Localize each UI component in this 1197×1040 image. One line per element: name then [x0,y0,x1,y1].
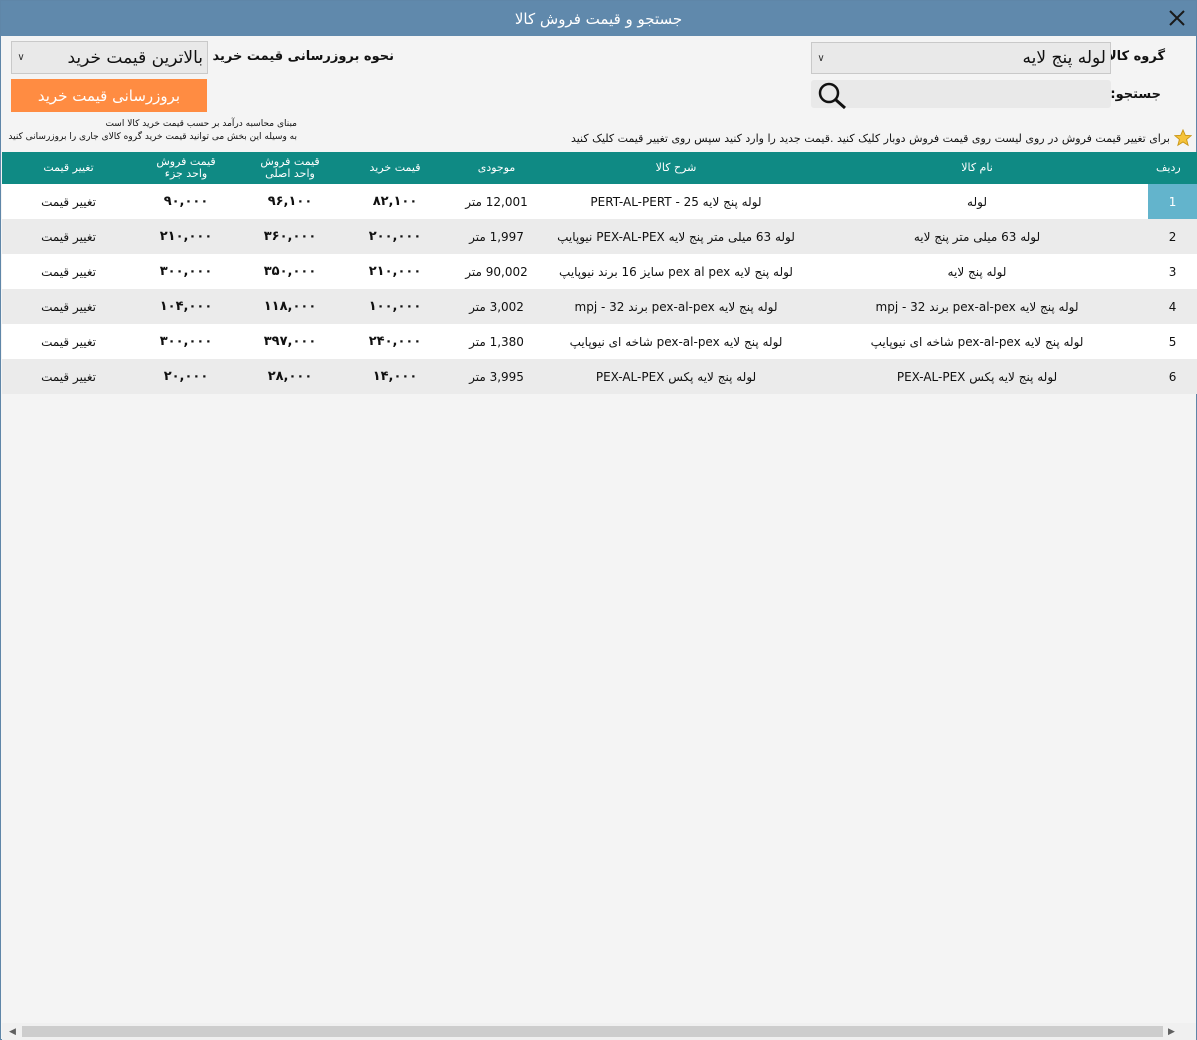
row-buy-price: ۲۱۰,۰۰۰ [368,264,422,279]
row-sell-main-price[interactable]: ۳۹۷,۰۰۰ [237,324,343,359]
row-name: لوله پنج لایه [947,264,1007,279]
table-body: 1 لوله لوله پنج لایه PERT-AL-PERT - 25 12,0… [2,184,1197,394]
row-buy-price: ۸۲,۱۰۰ [372,194,418,209]
update-price-button[interactable]: بروزرسانی قیمت خرید [11,79,207,112]
search-input[interactable] [853,82,1105,106]
note-line-2: به وسیله این بخش می توانید قیمت خرید گرو… [8,132,297,142]
row-sell-main-price[interactable]: ۹۶,۱۰۰ [237,184,343,219]
row-desc: لوله پنج لایه pex-al-pex برند mpj - 32 [574,299,778,314]
change-price-link[interactable]: تغییر قیمت [2,289,135,324]
row-desc: لوله پنج لایه PERT-AL-PERT - 25 [590,194,762,209]
table-row[interactable]: 6 لوله پنج لایه پکس PEX-AL-PEX لوله پنج لا… [2,359,1197,394]
row-name: لوله [967,194,987,209]
row-stock: 3,002 متر [469,299,524,314]
change-price-link[interactable]: تغییر قیمت [2,219,135,254]
row-stock: 90,002 متر [465,264,528,279]
table-header: ردیف نام کالا شرح کالا موجودی قیمت خرید … [2,152,1197,184]
row-buy-price: ۲۴۰,۰۰۰ [368,334,422,349]
header-buy[interactable]: قیمت خرید [343,152,447,184]
row-sell-part-price[interactable]: ۳۰۰,۰۰۰ [135,254,237,289]
header-sell-part[interactable]: قیمت فروش واحد جزء [135,152,237,184]
change-price-link[interactable]: تغییر قیمت [2,254,135,289]
search-icon[interactable] [815,81,849,110]
row-sell-part-price[interactable]: ۹۰,۰۰۰ [135,184,237,219]
row-name: لوله پنج لایه pex-al-pex شاخه ای نیوپایپ [870,334,1084,349]
scroll-left-icon[interactable]: ◀ [4,1023,21,1040]
table-row[interactable]: 1 لوله لوله پنج لایه PERT-AL-PERT - 25 12,0… [2,184,1197,219]
update-mode-select[interactable]: بالاترین قیمت خرید ∨ [11,41,208,74]
items-table: ردیف نام کالا شرح کالا موجودی قیمت خرید … [2,152,1197,394]
close-icon[interactable] [1164,5,1190,31]
header-sell-part-line2: واحد جزء [164,167,208,180]
row-stock: 1,997 متر [469,229,524,244]
header-sell-main[interactable]: قیمت فروش واحد اصلی [237,152,343,184]
row-sell-part-price[interactable]: ۱۰۴,۰۰۰ [135,289,237,324]
scrollbar-thumb[interactable] [22,1026,1163,1037]
row-desc: لوله پنج لایه pex-al-pex شاخه ای نیوپایپ [569,334,783,349]
hint-text: برای تغییر قیمت فروش در روی لیست روی قیم… [570,131,1170,145]
row-index: 3 [1168,264,1177,279]
note-line-1: مبنای محاسبه درآمد بر حسب قیمت خرید کالا… [105,119,297,129]
table-row[interactable]: 2 لوله 63 میلی متر پنج لایه لوله 63 میلی م… [2,219,1197,254]
header-sell-main-line2: واحد اصلی [265,167,315,180]
row-name: لوله پنج لایه پکس PEX-AL-PEX [896,369,1058,384]
table-row[interactable]: 4 لوله پنج لایه pex-al-pex برند mpj - 32 ل… [2,289,1197,324]
header-index[interactable]: ردیف [1148,152,1197,184]
row-index: 2 [1168,229,1177,244]
header-change[interactable]: تغییر قیمت [2,152,135,184]
scrollbar-corner [1180,1023,1196,1040]
header-stock[interactable]: موجودی [447,152,546,184]
table-row[interactable]: 3 لوله پنج لایه لوله پنج لایه pex al pex س… [2,254,1197,289]
row-stock: 12,001 متر [465,194,528,209]
row-sell-main-price[interactable]: ۳۵۰,۰۰۰ [237,254,343,289]
row-index: 6 [1168,369,1177,384]
row-sell-main-price[interactable]: ۱۱۸,۰۰۰ [237,289,343,324]
row-buy-price: ۲۰۰,۰۰۰ [368,229,422,244]
row-desc: لوله 63 میلی متر پنج لایه PEX-AL-PEX نیو… [557,229,795,244]
row-name: لوله پنج لایه pex-al-pex برند mpj - 32 [875,299,1079,314]
group-select-value: لوله پنج لایه [1022,48,1106,68]
row-desc: لوله پنج لایه پکس PEX-AL-PEX [595,369,757,384]
row-index: 4 [1168,299,1177,314]
row-sell-main-price[interactable]: ۳۶۰,۰۰۰ [237,219,343,254]
group-select[interactable]: لوله پنج لایه ∨ [811,42,1111,74]
row-sell-part-price[interactable]: ۲۱۰,۰۰۰ [135,219,237,254]
row-index: 1 [1148,184,1197,219]
search-box [811,80,1111,110]
title-bar: جستجو و قیمت فروش کالا [1,1,1196,36]
chevron-down-icon: ∨ [17,52,25,63]
star-icon [1173,128,1193,147]
header-name[interactable]: نام کالا [806,152,1148,184]
chevron-down-icon: ∨ [817,52,825,64]
row-sell-part-price[interactable]: ۳۰۰,۰۰۰ [135,324,237,359]
hint: برای تغییر قیمت فروش در روی لیست روی قیم… [570,128,1193,147]
table-row[interactable]: 5 لوله پنج لایه pex-al-pex شاخه ای نیوپای… [2,324,1197,359]
row-desc: لوله پنج لایه pex al pex سایز 16 برند نی… [559,264,793,279]
update-mode-label: نحوه بروزرسانی قیمت خرید کالا : [176,49,394,64]
change-price-link[interactable]: تغییر قیمت [2,324,135,359]
update-mode-value: بالاترین قیمت خرید [67,47,203,68]
row-buy-price: ۱۴,۰۰۰ [372,369,418,384]
row-stock: 1,380 متر [469,334,524,349]
row-sell-part-price[interactable]: ۲۰,۰۰۰ [135,359,237,394]
group-label: گروه کالا: [1101,49,1165,64]
row-buy-price: ۱۰۰,۰۰۰ [368,299,422,314]
search-label: جستجو: [1110,87,1161,102]
row-sell-main-price[interactable]: ۲۸,۰۰۰ [237,359,343,394]
row-stock: 3,995 متر [469,369,524,384]
row-index: 5 [1168,334,1177,349]
change-price-link[interactable]: تغییر قیمت [2,184,135,219]
scroll-right-icon[interactable]: ▶ [1163,1023,1180,1040]
horizontal-scrollbar[interactable]: ◀ ▶ [2,1023,1180,1040]
row-name: لوله 63 میلی متر پنج لایه [913,229,1041,244]
header-desc[interactable]: شرح کالا [546,152,806,184]
window-title: جستجو و قیمت فروش کالا [514,9,683,28]
change-price-link[interactable]: تغییر قیمت [2,359,135,394]
